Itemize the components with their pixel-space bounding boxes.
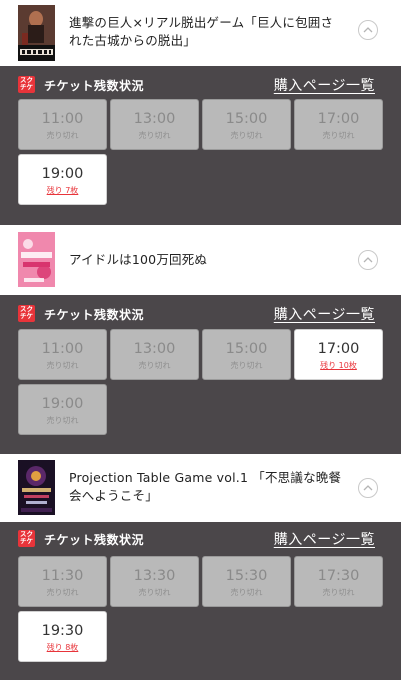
purchase-page-list-link[interactable]: 購入ページ一覧 (274, 75, 375, 95)
slot-status: 売り切れ (230, 588, 263, 597)
slot-time: 19:30 (41, 623, 84, 639)
panel-title: チケット残数状況 (44, 533, 145, 547)
event-poster-image (18, 5, 55, 61)
slot-status: 売り切れ (138, 131, 171, 140)
slot-status: 売り切れ (46, 131, 79, 140)
slot-time: 13:00 (133, 341, 176, 357)
chevron-up-icon (363, 257, 373, 263)
slot-status: 売り切れ (138, 361, 171, 370)
event-title[interactable]: 進撃の巨人×リアル脱出ゲーム「巨人に包囲された古城からの脱出」 (69, 14, 343, 50)
event-title[interactable]: Projection Table Game vol.1 「不思議な晩餐会へようこ… (69, 469, 343, 505)
panel-header: スク チケ チケット残数状況 購入ページ一覧 (18, 530, 375, 550)
time-slot[interactable]: 13:30 売り切れ (110, 556, 199, 607)
event-poster-image (18, 460, 55, 515)
time-slot[interactable]: 15:00 売り切れ (202, 99, 291, 150)
slot-time: 15:00 (225, 111, 268, 127)
event-header[interactable]: 進撃の巨人×リアル脱出ゲーム「巨人に包囲された古城からの脱出」 (0, 0, 401, 66)
time-slot[interactable]: 19:30 残り 8枚 (18, 611, 107, 662)
slot-status: 売り切れ (230, 131, 263, 140)
slot-time: 17:00 (317, 111, 360, 127)
chevron-up-icon (363, 27, 373, 33)
slot-time: 17:00 (317, 341, 360, 357)
ticket-status-panel: スク チケ チケット残数状況 購入ページ一覧 11:00 売り切れ 13:00 売… (0, 66, 401, 225)
slot-remaining-link[interactable]: 残り 7枚 (19, 186, 106, 196)
slot-time: 13:30 (133, 568, 176, 584)
sukuchike-logo-icon: スク チケ (18, 76, 35, 93)
slot-status: 売り切れ (46, 588, 79, 597)
collapse-button[interactable] (358, 250, 378, 270)
panel-title: チケット残数状況 (44, 79, 145, 93)
slot-time: 19:00 (41, 396, 84, 412)
time-slot[interactable]: 17:00 残り 10枚 (294, 329, 383, 380)
time-slot[interactable]: 13:00 売り切れ (110, 99, 199, 150)
time-slot[interactable]: 15:00 売り切れ (202, 329, 291, 380)
slot-time: 11:00 (41, 111, 84, 127)
time-slot[interactable]: 13:00 売り切れ (110, 329, 199, 380)
slot-time: 15:30 (225, 568, 268, 584)
event-poster-image (18, 232, 55, 287)
time-slot[interactable]: 11:00 売り切れ (18, 329, 107, 380)
time-slot[interactable]: 15:30 売り切れ (202, 556, 291, 607)
event-header[interactable]: Projection Table Game vol.1 「不思議な晩餐会へようこ… (0, 454, 401, 522)
slot-status: 売り切れ (322, 131, 355, 140)
ticket-status-panel: スク チケ チケット残数状況 購入ページ一覧 11:00 売り切れ 13:00 売… (0, 295, 401, 454)
collapse-button[interactable] (358, 20, 378, 40)
slot-status: 売り切れ (138, 588, 171, 597)
event-header[interactable]: アイドルは100万回死ぬ (0, 225, 401, 295)
purchase-page-list-link[interactable]: 購入ページ一覧 (274, 304, 375, 324)
panel-header: スク チケ チケット残数状況 購入ページ一覧 (18, 305, 375, 325)
slot-status: 売り切れ (46, 416, 79, 425)
sukuchike-logo-icon: スク チケ (18, 530, 35, 547)
chevron-up-icon (363, 485, 373, 491)
slot-time: 17:30 (317, 568, 360, 584)
slot-time: 13:00 (133, 111, 176, 127)
slot-remaining-link[interactable]: 残り 8枚 (19, 643, 106, 653)
slot-time: 11:00 (41, 341, 84, 357)
slot-time: 15:00 (225, 341, 268, 357)
panel-header: スク チケ チケット残数状況 購入ページ一覧 (18, 76, 375, 96)
slot-status: 売り切れ (46, 361, 79, 370)
time-slot[interactable]: 11:00 売り切れ (18, 99, 107, 150)
event-title[interactable]: アイドルは100万回死ぬ (69, 251, 343, 269)
sukuchike-logo-icon: スク チケ (18, 305, 35, 322)
panel-title: チケット残数状況 (44, 308, 145, 322)
time-slot[interactable]: 17:30 売り切れ (294, 556, 383, 607)
purchase-page-list-link[interactable]: 購入ページ一覧 (274, 529, 375, 549)
slot-status: 売り切れ (322, 588, 355, 597)
slot-remaining-link[interactable]: 残り 10枚 (295, 361, 382, 371)
slot-time: 11:30 (41, 568, 84, 584)
slot-time: 19:00 (41, 166, 84, 182)
time-slot[interactable]: 19:00 売り切れ (18, 384, 107, 435)
time-slot[interactable]: 17:00 売り切れ (294, 99, 383, 150)
time-slot[interactable]: 19:00 残り 7枚 (18, 154, 107, 205)
ticket-status-panel: スク チケ チケット残数状況 購入ページ一覧 11:30 売り切れ 13:30 売… (0, 522, 401, 680)
time-slot[interactable]: 11:30 売り切れ (18, 556, 107, 607)
collapse-button[interactable] (358, 478, 378, 498)
slot-status: 売り切れ (230, 361, 263, 370)
